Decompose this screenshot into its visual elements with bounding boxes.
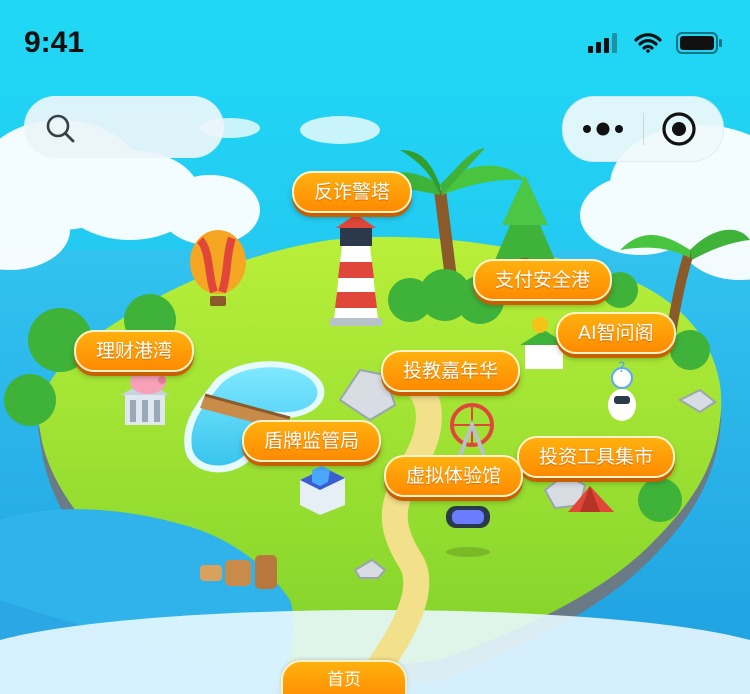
label-investor-carnival[interactable]: 投教嘉年华	[381, 350, 521, 392]
cellular-signal-icon	[588, 33, 617, 53]
close-target-icon[interactable]	[661, 111, 697, 147]
label-wealth-bay[interactable]: 理财港湾	[74, 330, 195, 372]
label-investment-tools-market[interactable]: 投资工具集市	[517, 436, 676, 478]
label-virtual-experience-hall[interactable]: 虚拟体验馆	[384, 455, 524, 497]
home-tab-button[interactable]: 首页	[281, 660, 407, 694]
more-options-icon[interactable]	[577, 117, 629, 141]
capsule-divider	[643, 113, 644, 145]
svg-text:?: ?	[618, 360, 625, 376]
label-payment-safety-port[interactable]: 支付安全港	[473, 259, 613, 301]
island-map-screen: ? 9:41 反诈警塔 支付安全港 AI智问阁 理财港湾 投教嘉年华 盾牌监管局…	[0, 0, 750, 694]
label-anti-fraud-tower[interactable]: 反诈警塔	[292, 171, 413, 213]
search-button[interactable]	[24, 96, 224, 158]
wifi-icon	[634, 33, 662, 53]
status-time: 9:41	[24, 26, 85, 59]
pine-tree	[495, 175, 555, 272]
status-bar: 9:41	[0, 0, 750, 88]
label-shield-regulator[interactable]: 盾牌监管局	[242, 420, 382, 462]
search-icon	[46, 114, 75, 143]
status-icons	[588, 32, 722, 54]
label-ai-pavilion[interactable]: AI智问阁	[556, 312, 676, 354]
battery-icon	[676, 32, 722, 54]
mini-program-capsule	[562, 96, 724, 162]
